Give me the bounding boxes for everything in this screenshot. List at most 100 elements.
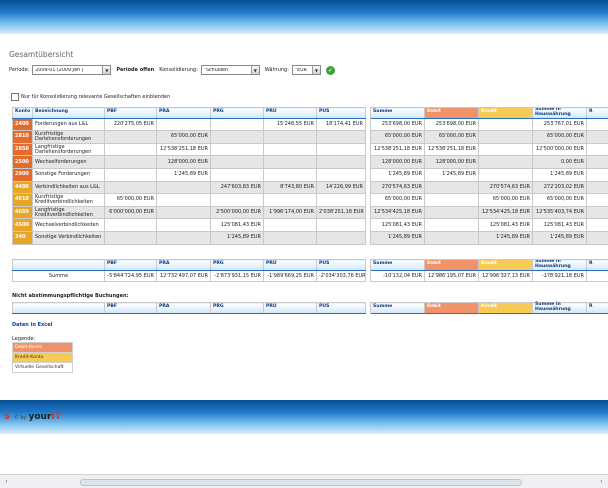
table-row[interactable]: 4610Kurzfristige Kreditverbindlichkeiten… <box>13 194 608 207</box>
value-cell <box>211 168 264 181</box>
value-cell: 1'245,89 EUR <box>371 231 425 244</box>
value-cell <box>317 219 366 232</box>
value-cell: 12'538'251,18 EUR <box>157 143 211 156</box>
relevant-companies-toggle[interactable]: Nur für Konsolidierung relevante Gesells… <box>11 93 170 101</box>
periode-value: 2009-01 (2009 Jan ) <box>35 68 102 73</box>
col-header[interactable]: PRA <box>157 108 211 119</box>
excel-export-link[interactable]: Daten in Excel <box>12 322 52 328</box>
col-header[interactable]: Summe <box>371 260 425 271</box>
table-row[interactable]: 4500Wechselverbindlichkeiten125'081,43 E… <box>13 219 608 232</box>
col-header[interactable]: R <box>587 260 608 271</box>
scrollbar-thumb[interactable] <box>80 479 522 486</box>
value-cell: 65'000,00 EUR <box>533 131 587 144</box>
legend-virtual: Virtuelle Gesellschaft <box>12 362 73 373</box>
sum-cell: 12'996'327,13 EUR <box>479 270 533 281</box>
chevron-down-icon[interactable]: ▼ <box>102 66 110 74</box>
value-cell: 6'000'000,00 EUR <box>105 206 157 219</box>
col-header[interactable]: Summe <box>371 303 425 314</box>
checkbox-label: Nur für Konsolidierung relevante Gesells… <box>21 94 170 100</box>
konto-cell: 2400 <box>13 118 33 131</box>
value-cell <box>211 118 264 131</box>
value-cell: 12'538'251,18 EUR <box>425 143 479 156</box>
value-cell <box>317 194 366 207</box>
value-cell: 270'574,63 EUR <box>371 181 425 194</box>
col-header-kredit[interactable]: Kredit <box>479 303 533 314</box>
filter-bar: Periode: 2009-01 (2009 Jan ) ▼ Periode o… <box>9 64 335 76</box>
col-header[interactable]: Bezeichnung <box>33 108 105 119</box>
sum-cell: -5'844'724,95 EUR <box>105 270 157 281</box>
col-header[interactable]: Summe in Hauswährung <box>533 108 587 119</box>
col-header[interactable]: PUS <box>317 108 366 119</box>
col-header[interactable]: PBF <box>105 108 157 119</box>
bezeichnung-cell: Wechselforderungen <box>33 156 105 169</box>
col-header[interactable]: R <box>587 108 608 119</box>
legend: Debit-Konto Kredit-Konto Virtuelle Gesel… <box>12 343 73 373</box>
value-cell-blank <box>587 231 608 244</box>
col-header[interactable]: PBF <box>105 303 157 314</box>
col-header[interactable]: R <box>587 303 608 314</box>
col-header[interactable]: Summe <box>371 108 425 119</box>
col-header[interactable]: PRA <box>157 260 211 271</box>
col-header-kredit[interactable]: Kredit <box>479 108 533 119</box>
col-header[interactable]: PBF <box>105 260 157 271</box>
scroll-left-icon[interactable]: ‹ <box>2 477 11 486</box>
table-row[interactable]: 2500Wechselforderungen128'000,00 EUR128'… <box>13 156 608 169</box>
value-cell <box>157 231 211 244</box>
value-cell <box>479 168 533 181</box>
konto-cell: 4650 <box>13 206 33 219</box>
value-cell <box>317 231 366 244</box>
table-row[interactable]: 2810Kurzfristige Darlehensforderungen65'… <box>13 131 608 144</box>
confirm-check-icon[interactable]: ✓ <box>326 66 335 75</box>
col-header[interactable]: PRG <box>211 260 264 271</box>
table-row[interactable]: 340Sonstige Verbindlichkeiten1'245,89 EU… <box>13 231 608 244</box>
col-header-debit[interactable]: Debit <box>425 303 479 314</box>
konsolidierung-select[interactable]: "Schulden ▼ <box>201 65 260 75</box>
table-row[interactable]: 4650Langfristige Kreditverbindlichkeiten… <box>13 206 608 219</box>
brand-logo[interactable]: yourIT <box>29 412 61 422</box>
waehrung-select[interactable]: "EUR ▼ <box>292 65 321 75</box>
bezeichnung-cell: Langfristige Darlehensforderungen <box>33 143 105 156</box>
value-cell: 14'226,99 EUR <box>317 181 366 194</box>
value-cell-blank <box>587 118 608 131</box>
value-cell <box>105 231 157 244</box>
col-header[interactable]: PRU <box>264 260 317 271</box>
checkbox[interactable] <box>11 93 19 101</box>
table-row[interactable]: 2400Forderungen aus L&L220'275,05 EUR15'… <box>13 118 608 131</box>
col-header[interactable]: PRG <box>211 303 264 314</box>
value-cell <box>264 156 317 169</box>
col-header[interactable]: PUS <box>317 303 366 314</box>
value-cell <box>211 143 264 156</box>
table-row[interactable]: 2900Sonstige Forderungen1'245,89 EUR1'24… <box>13 168 608 181</box>
value-cell <box>157 118 211 131</box>
col-header-debit[interactable]: Debit <box>425 260 479 271</box>
col-header[interactable]: PRA <box>157 303 211 314</box>
value-cell: 1'245,89 EUR <box>479 231 533 244</box>
col-header[interactable]: PRU <box>264 303 317 314</box>
scroll-right-icon[interactable]: › <box>597 477 606 486</box>
konto-cell: 2850 <box>13 143 33 156</box>
chevron-down-icon[interactable]: ▼ <box>251 66 259 74</box>
col-header-kredit[interactable]: Kredit <box>479 260 533 271</box>
value-cell <box>479 118 533 131</box>
value-cell: 65'000,00 EUR <box>105 194 157 207</box>
table-row[interactable]: 4400Verbindlichkeiten aus L&L247'603,83 … <box>13 181 608 194</box>
col-header[interactable]: Summe in Hauswährung <box>533 303 587 314</box>
value-cell: 12'535'403,74 EUR <box>533 206 587 219</box>
value-cell: 128'000,00 EUR <box>371 156 425 169</box>
table-row[interactable]: 2850Langfristige Darlehensforderungen 12'… <box>13 143 608 156</box>
chevron-down-icon[interactable]: ▼ <box>312 66 320 74</box>
waehrung-value: "EUR <box>295 68 312 73</box>
sum-cell: -1'989'669,25 EUR <box>264 270 317 281</box>
col-header[interactable]: Summe in Hauswährung <box>533 260 587 271</box>
col-header-debit[interactable]: Debit <box>425 108 479 119</box>
col-header[interactable]: PRU <box>264 108 317 119</box>
sum-table: PBF PRA PRG PRU PUS Summe Debit Kredit S… <box>12 259 608 282</box>
col-header[interactable]: PRG <box>211 108 264 119</box>
value-cell <box>105 131 157 144</box>
col-header[interactable]: PUS <box>317 260 366 271</box>
waehrung-label: Währung: <box>265 67 289 73</box>
horizontal-scrollbar[interactable]: ‹ › <box>0 474 608 488</box>
col-header[interactable]: Konto <box>13 108 33 119</box>
value-cell: 1'245,89 EUR <box>211 231 264 244</box>
periode-select[interactable]: 2009-01 (2009 Jan ) ▼ <box>32 65 111 75</box>
